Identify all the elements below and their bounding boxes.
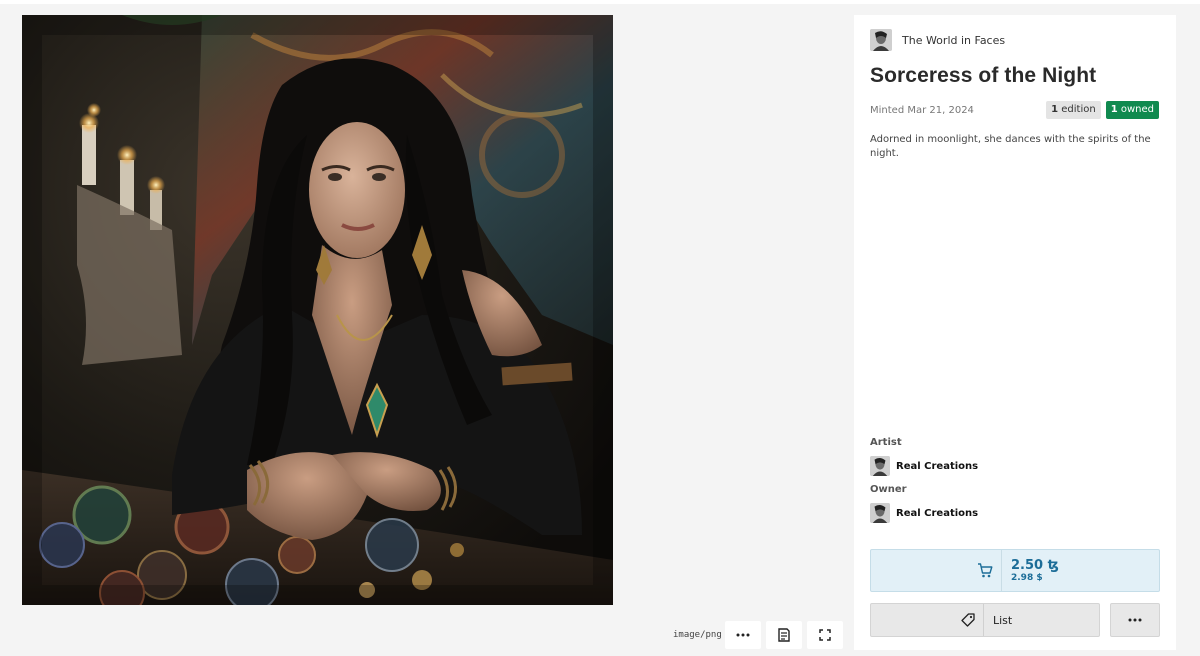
panel-more-button[interactable] (1110, 603, 1160, 637)
more-options-button[interactable] (725, 621, 761, 649)
edition-badge: 1 edition (1046, 101, 1101, 119)
artwork-image[interactable] (22, 15, 613, 605)
cart-icon (978, 563, 993, 578)
collection-link[interactable]: The World in Faces (870, 29, 1005, 51)
artist-name: Real Creations (896, 460, 979, 472)
top-strip (0, 0, 1200, 4)
document-icon (778, 628, 790, 642)
artist-link[interactable]: Real Creations (870, 456, 978, 476)
artist-label: Artist (870, 437, 902, 448)
artwork-illustration (22, 15, 613, 605)
edition-badges: 1 edition 1 owned (1046, 101, 1159, 119)
expand-icon (819, 629, 831, 641)
owner-label: Owner (870, 484, 907, 495)
list-button-label: List (993, 613, 1013, 627)
media-type-label: image/png (673, 630, 722, 640)
token-title: Sorceress of the Night (870, 64, 1097, 87)
token-description: Adorned in moonlight, she dances with th… (870, 134, 1151, 159)
owner-avatar (870, 503, 890, 523)
owned-badge: 1 owned (1105, 101, 1159, 119)
ellipsis-icon (1128, 618, 1142, 622)
list-button[interactable]: List (870, 603, 1100, 637)
collection-name: The World in Faces (902, 33, 1006, 47)
details-button[interactable] (766, 621, 802, 649)
ellipsis-icon (736, 633, 750, 637)
price-usd: 2.98 $ (1011, 572, 1043, 583)
tag-icon (961, 613, 975, 627)
owner-link[interactable]: Real Creations (870, 503, 978, 523)
buy-button[interactable]: 2.50 ꜩ 2.98 $ (870, 549, 1160, 592)
price-tez: 2.50 ꜩ (1011, 557, 1059, 573)
artist-avatar (870, 456, 890, 476)
minted-date: Minted Mar 21, 2024 (870, 105, 974, 116)
owner-name: Real Creations (896, 507, 979, 519)
token-details-panel: The World in Faces Sorceress of the Nigh… (854, 15, 1176, 650)
collection-avatar (870, 29, 892, 51)
fullscreen-button[interactable] (807, 621, 843, 649)
